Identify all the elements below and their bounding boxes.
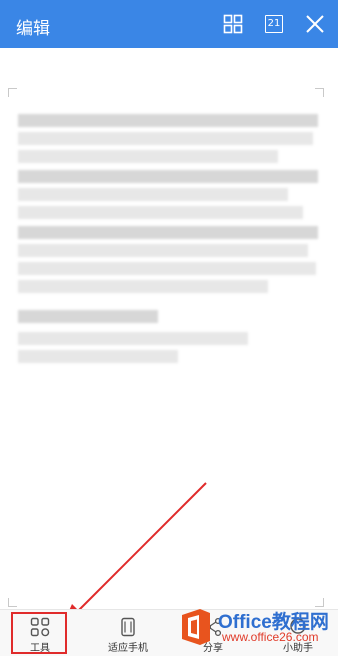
phone-fit-icon bbox=[118, 617, 138, 637]
annotation-arrow bbox=[62, 482, 207, 627]
tools-highlight-box bbox=[11, 612, 67, 654]
office-logo-icon bbox=[182, 609, 210, 645]
watermark-url: www.office26.com bbox=[222, 630, 319, 644]
fit-phone-button[interactable]: 适应手机 bbox=[100, 610, 156, 656]
fit-phone-label: 适应手机 bbox=[108, 643, 148, 654]
watermark: Office教程网 www.office26.com bbox=[176, 605, 336, 655]
